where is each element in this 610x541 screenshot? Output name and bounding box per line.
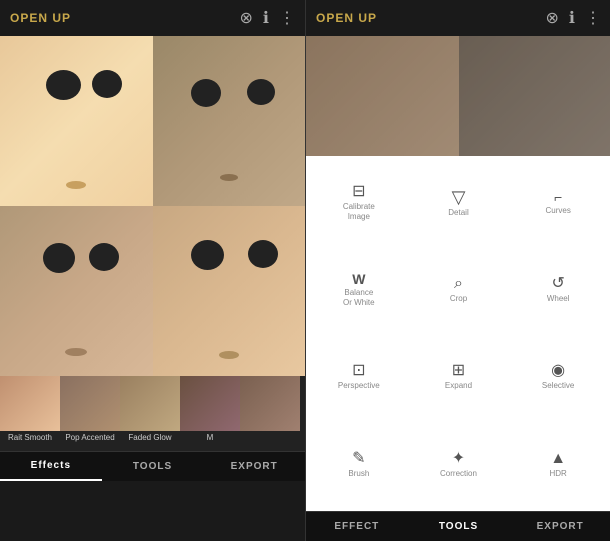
left-panel: OPEN UP ⊗ ℹ ⋮ [0,0,305,541]
funko-grid [0,36,305,376]
detail-label: Detail [448,208,468,218]
crop-icon: ⌕ [454,276,463,292]
funko-cell-2 [153,36,306,206]
tool-hdr[interactable]: ▲ HDR [509,422,607,507]
funko-face-4 [153,206,306,376]
tool-curves[interactable]: ⌐ Curves [509,160,607,245]
crop-label: Crop [450,294,467,304]
main-image [0,36,305,376]
left-top-bar: OPEN UP ⊗ ℹ ⋮ [0,0,305,36]
wheel-label: Wheel [547,294,570,304]
tools-grid: ⊟ Calibrate Image ▽ Detail ⌐ Curves W Ba… [306,156,610,511]
expand-icon: ⊞ [452,363,465,379]
right-image-area [306,36,610,156]
thumb-label-4: M [180,431,240,444]
calibrate-icon: ⊟ [352,184,365,200]
thumb-2[interactable]: Pop Accented [60,376,120,451]
tab-export-right[interactable]: EXPORT [509,512,610,541]
brush-label: Brush [348,469,369,479]
correction-label: Correction [440,469,477,479]
perspective-label: Perspective [338,381,380,391]
hdr-icon: ▲ [550,451,566,467]
calibrate-label: Calibrate Image [343,202,375,221]
tool-expand[interactable]: ⊞ Expand [410,335,508,420]
funko-face-1 [0,36,153,206]
thumbnail-strip: Rait Smooth Pop Accented Faded Glow M [0,376,305,451]
right-info-icon[interactable]: ℹ [569,8,575,28]
tool-balance[interactable]: W Balance Or White [310,247,408,332]
curves-icon: ⌐ [554,190,562,204]
tool-wheel[interactable]: ↺ Wheel [509,247,607,332]
app-title: OPEN UP [10,11,71,25]
curves-label: Curves [545,206,570,216]
thumb-label-2: Pop Accented [60,431,120,444]
funko-cell-4 [153,206,306,376]
correction-icon: ✦ [452,451,465,467]
right-bottom-tabs: EFFECT TOOLS EXPORT [306,511,610,541]
right-top-icons: ⊗ ℹ ⋮ [546,8,601,28]
tool-perspective[interactable]: ⊡ Perspective [310,335,408,420]
brush-icon: ✎ [352,451,365,467]
tab-tools-right[interactable]: TOOLS [408,512,510,541]
right-panel: OPEN UP ⊗ ℹ ⋮ ⊟ Calibrate Image ▽ Detail [306,0,610,541]
thumb-label-5 [240,431,300,435]
tool-detail[interactable]: ▽ Detail [410,160,508,245]
tab-export-left[interactable]: EXPORT [203,452,305,481]
thumb-label-3: Faded Glow [120,431,180,444]
tool-correction[interactable]: ✦ Correction [410,422,508,507]
more-icon[interactable]: ⋮ [279,8,295,28]
thumb-label-1: Rait Smooth [0,431,60,444]
info-icon[interactable]: ℹ [263,8,269,28]
tab-effects[interactable]: Effects [0,452,102,481]
layers-icon[interactable]: ⊗ [240,8,253,28]
left-bottom-tabs: Effects TOOLS EXPORT [0,451,305,481]
expand-label: Expand [445,381,472,391]
funko-face-2 [153,36,306,206]
left-top-icons: ⊗ ℹ ⋮ [240,8,295,28]
thumb-5[interactable] [240,376,300,451]
selective-icon: ◉ [551,363,565,379]
perspective-icon: ⊡ [352,363,365,379]
right-more-icon[interactable]: ⋮ [585,8,601,28]
thumb-1[interactable]: Rait Smooth [0,376,60,451]
thumb-4[interactable]: M [180,376,240,451]
tool-calibrate[interactable]: ⊟ Calibrate Image [310,160,408,245]
hdr-label: HDR [549,469,566,479]
detail-icon: ▽ [452,188,466,206]
right-top-bar: OPEN UP ⊗ ℹ ⋮ [306,0,610,36]
funko-cell-1 [0,36,153,206]
funko-cell-3 [0,206,153,376]
tab-effect-right[interactable]: EFFECT [306,512,408,541]
wheel-icon: ↺ [551,276,564,292]
right-img-content [306,36,610,156]
funko-face-3 [0,206,153,376]
right-layers-icon[interactable]: ⊗ [546,8,559,28]
balance-icon: W [352,272,365,286]
right-app-title: OPEN UP [316,11,377,25]
tool-brush[interactable]: ✎ Brush [310,422,408,507]
tool-selective[interactable]: ◉ Selective [509,335,607,420]
tab-tools-left[interactable]: TOOLS [102,452,204,481]
thumb-3[interactable]: Faded Glow [120,376,180,451]
tool-crop[interactable]: ⌕ Crop [410,247,508,332]
selective-label: Selective [542,381,574,391]
balance-label: Balance Or White [343,288,375,307]
